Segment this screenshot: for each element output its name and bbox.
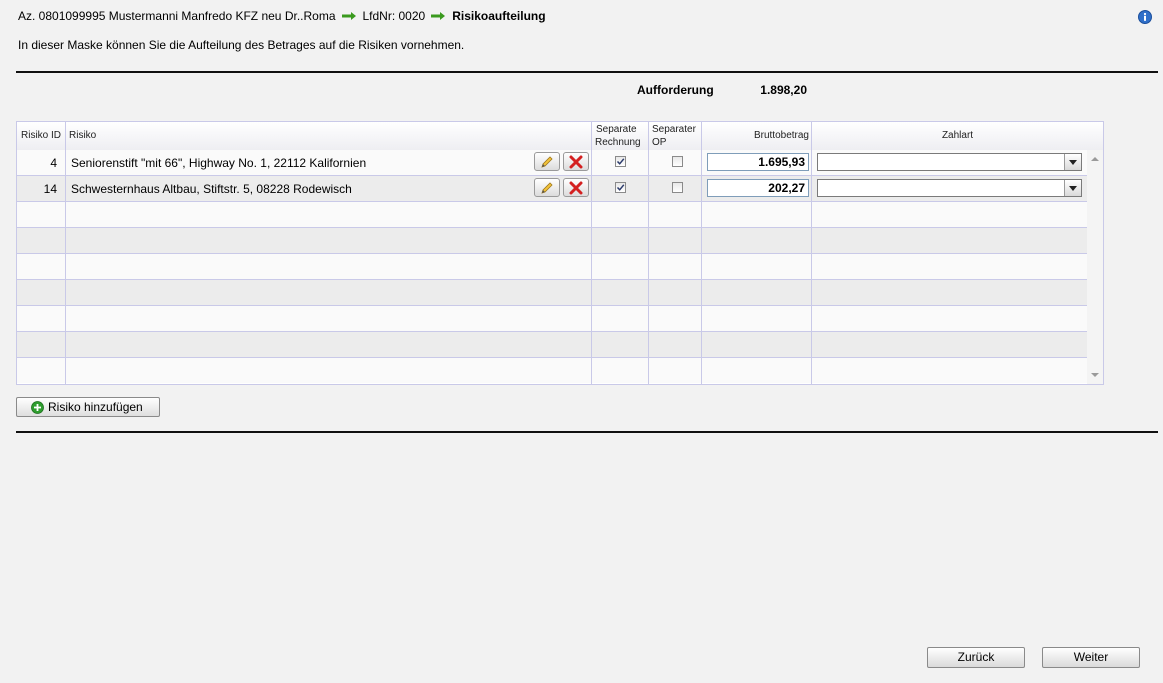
column-divider <box>591 150 592 384</box>
risk-id: 14 <box>43 182 57 196</box>
divider-bottom <box>16 431 1158 433</box>
plus-circle-icon <box>31 400 44 414</box>
empty-row <box>17 358 1087 383</box>
table-row[interactable]: 4 Seniorenstift "mit 66", Highway No. 1,… <box>17 150 1087 176</box>
info-icon[interactable] <box>1138 10 1152 24</box>
add-risk-button[interactable]: Risiko hinzufügen <box>16 397 160 417</box>
empty-row <box>17 280 1087 306</box>
delete-button[interactable] <box>563 178 589 197</box>
header-risk[interactable]: Risiko <box>66 122 592 150</box>
close-icon <box>569 155 583 168</box>
separate-invoice-checkbox[interactable] <box>615 156 626 167</box>
risk-grid: Risiko ID Risiko Separate Rechnung Separ… <box>16 121 1104 385</box>
header-payment-type[interactable]: Zahlart <box>812 122 1103 150</box>
payment-type-select[interactable] <box>817 179 1082 197</box>
grid-header: Risiko ID Risiko Separate Rechnung Separ… <box>17 122 1103 151</box>
chevron-down-icon[interactable] <box>1064 180 1081 196</box>
close-icon <box>569 181 583 194</box>
empty-row <box>17 228 1087 254</box>
breadcrumb-entry[interactable]: LfdNr: 0020 <box>363 9 426 23</box>
gross-amount-input[interactable]: 1.695,93 <box>707 153 809 171</box>
payment-type-select[interactable] <box>817 153 1082 171</box>
empty-row <box>17 202 1087 228</box>
next-button[interactable]: Weiter <box>1042 647 1140 668</box>
risk-name: Schwesternhaus Altbau, Stiftstr. 5, 0822… <box>71 182 352 196</box>
edit-button[interactable] <box>534 152 560 171</box>
gross-amount-input[interactable]: 202,27 <box>707 179 809 197</box>
arrow-right-icon <box>431 11 446 21</box>
divider-top <box>16 71 1158 73</box>
chevron-down-icon[interactable] <box>1064 154 1081 170</box>
arrow-right-icon <box>341 11 357 21</box>
risk-id: 4 <box>50 156 57 170</box>
pencil-icon <box>541 181 553 194</box>
scroll-down-icon[interactable] <box>1091 373 1099 377</box>
breadcrumb-current: Risikoaufteilung <box>452 9 546 23</box>
table-row[interactable]: 14 Schwesternhaus Altbau, Stiftstr. 5, 0… <box>17 176 1087 202</box>
risk-name: Seniorenstift "mit 66", Highway No. 1, 2… <box>71 156 367 170</box>
grid-scrollbar[interactable] <box>1087 150 1103 384</box>
header-separate-invoice[interactable]: Separate Rechnung <box>592 122 649 150</box>
summary-value: 1.898,20 <box>760 83 807 97</box>
header-risk-id[interactable]: Risiko ID <box>17 122 66 150</box>
separate-op-checkbox[interactable] <box>672 156 683 167</box>
empty-row <box>17 254 1087 280</box>
separate-op-checkbox[interactable] <box>672 182 683 193</box>
back-button[interactable]: Zurück <box>927 647 1025 668</box>
scroll-up-icon[interactable] <box>1091 157 1099 161</box>
summary-label: Aufforderung <box>637 83 714 97</box>
delete-button[interactable] <box>563 152 589 171</box>
header-separate-op[interactable]: Separater OP <box>649 122 702 150</box>
edit-button[interactable] <box>534 178 560 197</box>
intro-text: In dieser Maske können Sie die Aufteilun… <box>18 38 465 52</box>
column-divider <box>65 150 66 384</box>
add-risk-label: Risiko hinzufügen <box>48 400 143 414</box>
separate-invoice-checkbox[interactable] <box>615 182 626 193</box>
empty-row <box>17 332 1087 358</box>
breadcrumb-case[interactable]: Az. 0801099995 Mustermanni Manfredo KFZ … <box>18 9 336 23</box>
empty-row <box>17 306 1087 332</box>
header-gross-amount[interactable]: Bruttobetrag <box>702 122 812 150</box>
column-divider <box>701 150 702 384</box>
pencil-icon <box>541 155 553 168</box>
column-divider <box>811 150 812 384</box>
breadcrumb: Az. 0801099995 Mustermanni Manfredo KFZ … <box>18 8 546 24</box>
column-divider <box>648 150 649 384</box>
